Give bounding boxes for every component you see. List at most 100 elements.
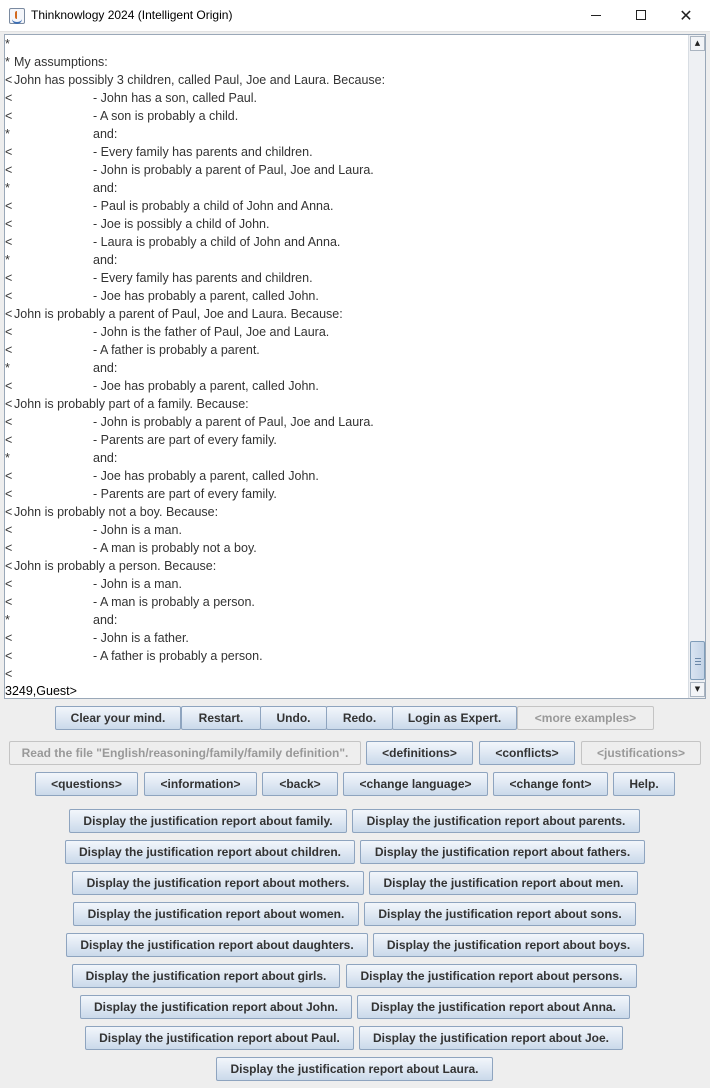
line-marker: < [5,433,13,447]
change-language-button[interactable]: <change language> [343,772,488,796]
line-marker: < [5,379,13,393]
line-text: My assumptions: [14,55,108,69]
close-icon: ✕ [679,6,693,25]
line-text: - A son is probably a child. [93,109,239,123]
clear-mind-button[interactable]: Clear your mind. [55,706,181,730]
report-persons-button[interactable]: Display the justification report about p… [346,964,637,988]
restart-button[interactable]: Restart. [181,706,261,730]
maximize-icon [636,10,646,20]
report-joe-button[interactable]: Display the justification report about J… [359,1026,623,1050]
output-lines: * * My assumptions: < John has possibly 3 ch… [5,35,689,698]
report-boys-button[interactable]: Display the justification report about b… [373,933,644,957]
report-women-button[interactable]: Display the justification report about w… [73,902,359,926]
minimize-button[interactable] [573,0,619,31]
line-text: - A father is probably a parent. [93,343,260,357]
line-text: and: [93,613,118,627]
grip-icon [695,661,701,662]
line-text: John is probably not a boy. Because: [14,505,219,519]
line-text: John is probably a person. Because: [14,559,217,573]
line-text: - Every family has parents and children. [93,271,313,285]
java-app-icon [9,8,25,24]
line-text: - Laura is probably a child of John and … [93,235,341,249]
line-text: - A father is probably a person. [93,649,263,663]
line-marker: < [5,235,13,249]
report-paul-button[interactable]: Display the justification report about P… [85,1026,354,1050]
line-text: - John is a man. [93,577,182,591]
report-anna-button[interactable]: Display the justification report about A… [357,995,630,1019]
line-marker: < [5,595,13,609]
report-family-button[interactable]: Display the justification report about f… [69,809,347,833]
line-text: and: [93,127,118,141]
line-marker: < [5,487,13,501]
line-marker: < [5,415,13,429]
questions-button[interactable]: <questions> [35,772,138,796]
line-marker: < [5,631,13,645]
change-font-button[interactable]: <change font> [493,772,608,796]
line-text: - Joe has probably a parent, called John… [93,379,319,393]
line-text: - A man is probably a person. [93,595,255,609]
conflicts-button[interactable]: <conflicts> [479,741,575,765]
line-text: and: [93,181,118,195]
line-marker: < [5,523,13,537]
line-marker: * [5,613,10,627]
line-text: - Parents are part of every family. [93,487,277,501]
report-children-button[interactable]: Display the justification report about c… [65,840,355,864]
line-text: - Joe has probably a parent, called John… [93,289,319,303]
report-daughters-button[interactable]: Display the justification report about d… [66,933,368,957]
undo-button[interactable]: Undo. [260,706,327,730]
line-marker: * [5,127,10,141]
report-sons-button[interactable]: Display the justification report about s… [364,902,636,926]
back-button[interactable]: <back> [262,772,338,796]
line-text: - John is the father of Paul, Joe and La… [93,325,330,339]
line-text: - John is a man. [93,523,182,537]
report-girls-button[interactable]: Display the justification report about g… [72,964,340,988]
line-text: - Parents are part of every family. [93,433,277,447]
line-marker: < [5,109,13,123]
help-button[interactable]: Help. [613,772,675,796]
report-men-button[interactable]: Display the justification report about m… [369,871,638,895]
line-marker: < [5,199,13,213]
scroll-down-arrow-icon[interactable]: ▼ [690,682,705,697]
line-text: - Joe is possibly a child of John. [93,217,270,231]
line-marker: * [5,253,10,267]
input-prompt[interactable]: 3249,Guest> [5,682,77,698]
line-text: and: [93,451,118,465]
more-examples-button: <more examples> [517,706,654,730]
read-file-button: Read the file "English/reasoning/family/… [9,741,361,765]
scroll-up-arrow-icon[interactable]: ▲ [690,36,705,51]
line-text: John has possibly 3 children, called Pau… [14,73,386,87]
login-expert-button[interactable]: Login as Expert. [392,706,517,730]
maximize-button[interactable] [618,0,664,31]
definitions-button[interactable]: <definitions> [366,741,473,765]
report-laura-button[interactable]: Display the justification report about L… [216,1057,493,1081]
information-button[interactable]: <information> [144,772,257,796]
report-mothers-button[interactable]: Display the justification report about m… [72,871,364,895]
output-text-area[interactable]: * * My assumptions: < John has possibly 3 ch… [4,34,706,699]
line-marker: < [5,343,13,357]
title-bar: Thinknowlogy 2024 (Intelligent Origin) ✕ [0,0,710,32]
line-marker: < [5,577,13,591]
line-marker: * [5,181,10,195]
line-marker: < [5,73,13,87]
vertical-scrollbar[interactable]: ▲ ▼ [688,35,705,698]
line-marker: < [5,505,13,519]
line-marker: * [5,55,10,69]
close-button[interactable]: ✕ [663,0,709,31]
line-marker: < [5,145,13,159]
window-title: Thinknowlogy 2024 (Intelligent Origin) [31,8,233,22]
line-marker: < [5,469,13,483]
minimize-icon [591,15,601,16]
grip-icon [695,658,701,659]
report-parents-button[interactable]: Display the justification report about p… [352,809,640,833]
line-marker: < [5,271,13,285]
line-marker: < [5,289,13,303]
line-text: - John has a son, called Paul. [93,91,257,105]
line-text: - Joe has probably a parent, called John… [93,469,319,483]
line-marker: < [5,307,13,321]
report-john-button[interactable]: Display the justification report about J… [80,995,352,1019]
scrollbar-thumb[interactable] [690,641,705,680]
redo-button[interactable]: Redo. [326,706,393,730]
line-marker: < [5,559,13,573]
line-marker: < [5,163,13,177]
report-fathers-button[interactable]: Display the justification report about f… [360,840,645,864]
